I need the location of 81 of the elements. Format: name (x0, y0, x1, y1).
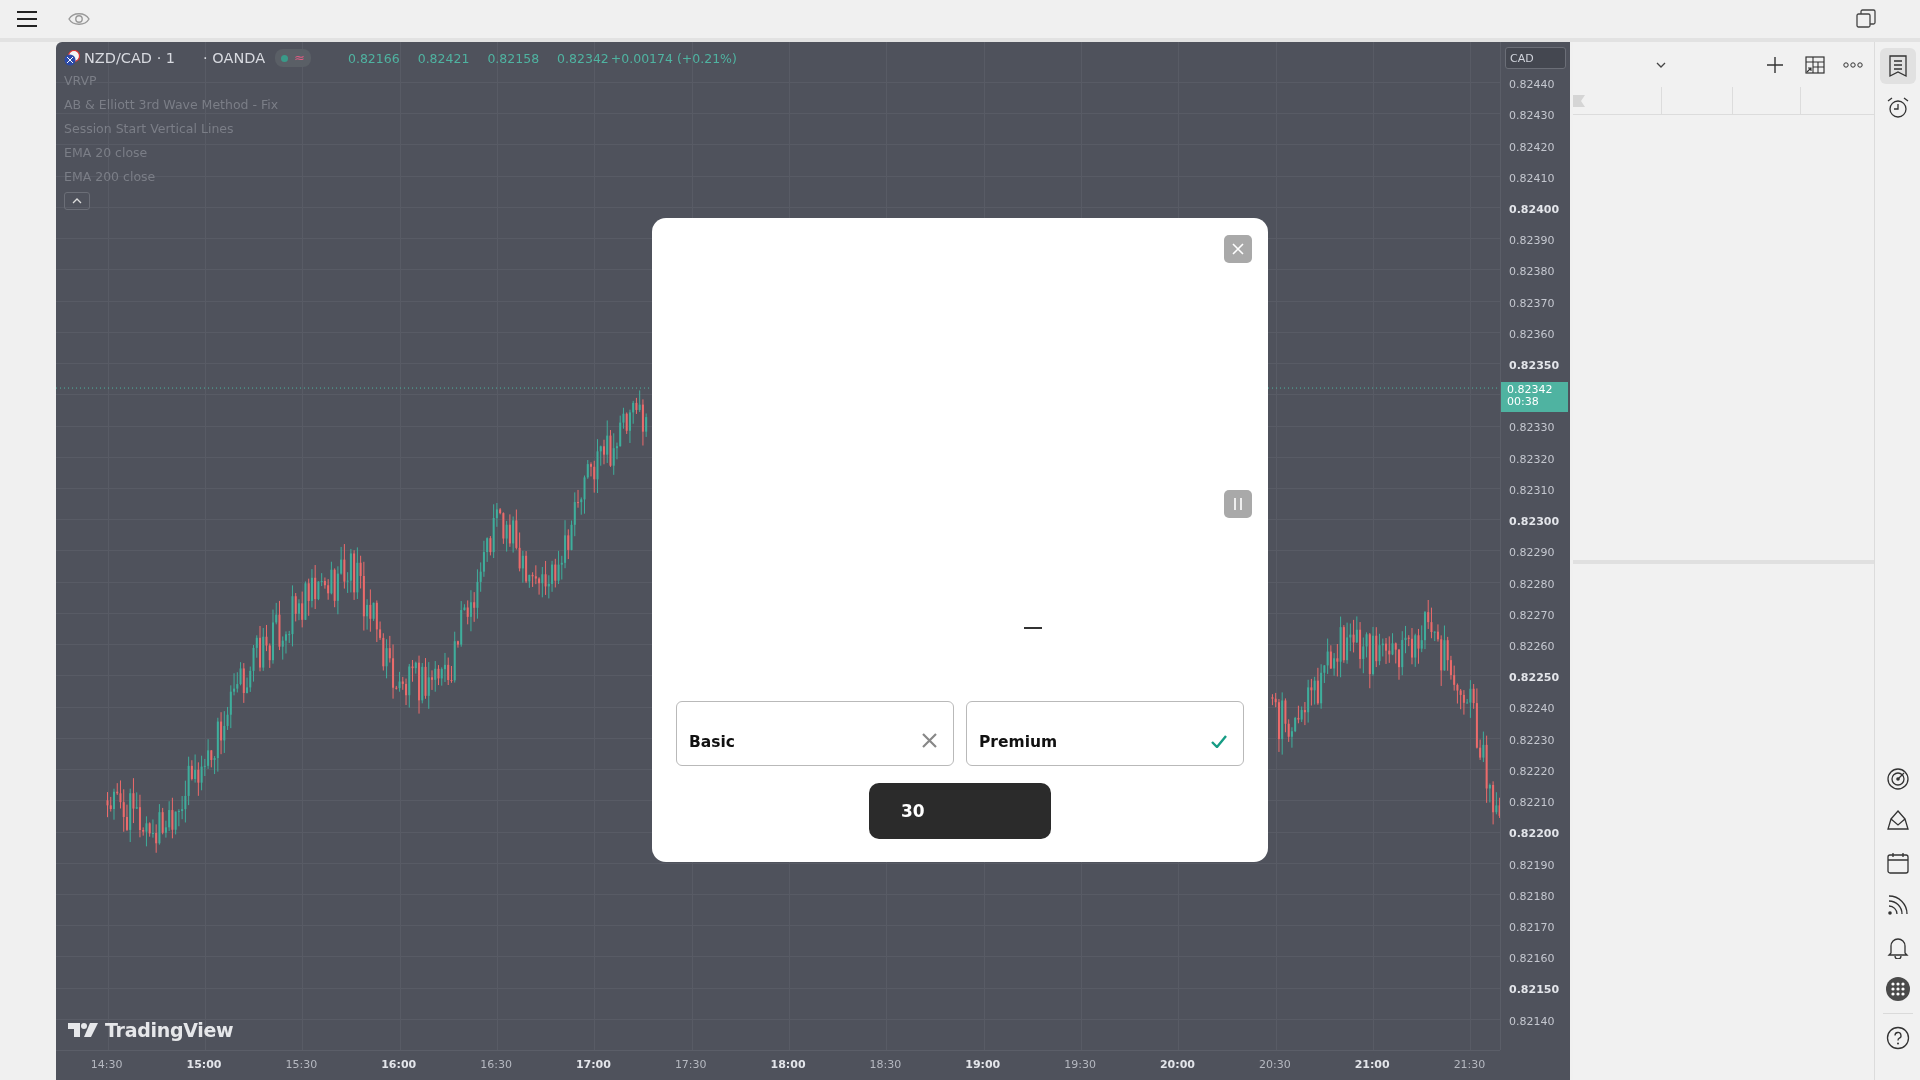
price-label: 0.82270 (1508, 607, 1556, 624)
price-label: 0.82250 (1508, 670, 1561, 687)
ohlc-value: 0.82166 (348, 50, 400, 66)
price-label: 0.82300 (1508, 514, 1561, 531)
time-label: 20:00 (1158, 1057, 1196, 1073)
pause-icon (1233, 498, 1243, 510)
price-label: 0.82330 (1508, 420, 1556, 437)
price-label: 0.82150 (1508, 982, 1561, 999)
time-label: 18:00 (769, 1057, 807, 1073)
close-icon (1232, 243, 1244, 255)
price-label: 0.82290 (1508, 545, 1556, 562)
plan-option[interactable]: Basic (676, 701, 954, 766)
time-label: 16:00 (380, 1057, 418, 1073)
calendar-icon (1885, 851, 1910, 875)
price-label: 0.82280 (1508, 576, 1556, 593)
broadcast-icon (1885, 893, 1910, 917)
alarm-clock-icon (1885, 96, 1910, 120)
time-label: 15:00 (185, 1057, 223, 1073)
price-label: 0.82140 (1508, 1013, 1556, 1030)
price-label: 0.82410 (1508, 170, 1556, 187)
price-label: 0.82420 (1508, 139, 1556, 156)
continue-button[interactable]: 30 (869, 783, 1051, 839)
price-label: 0.82310 (1508, 482, 1556, 499)
price-label: 0.82350 (1508, 358, 1561, 375)
bell-icon (1885, 935, 1910, 959)
time-label: 17:00 (574, 1057, 612, 1073)
window-icon[interactable] (1856, 9, 1876, 29)
price-label: 0.82200 (1508, 826, 1561, 843)
ohlc-value: 0.82158 (487, 50, 540, 66)
price-change: +0.00174 (+0.21%) (610, 50, 737, 66)
chevron-up-icon (72, 198, 82, 204)
flag-icon (64, 50, 80, 66)
time-label: 18:30 (868, 1057, 903, 1073)
toolbar-button[interactable] (1879, 48, 1916, 84)
time-label: 15:30 (284, 1057, 319, 1073)
dash-icon (1024, 627, 1042, 629)
exchange-label: · OANDA (203, 50, 266, 66)
price-label: 0.82180 (1508, 888, 1556, 905)
price-label: 0.82230 (1508, 732, 1556, 749)
price-label: 0.82380 (1508, 264, 1556, 281)
status-symbol: ≈ (294, 51, 305, 65)
price-label: 0.82190 (1508, 857, 1556, 874)
price-label: 0.82170 (1508, 920, 1556, 936)
time-label: 19:00 (964, 1057, 1002, 1073)
price-label: 0.82210 (1508, 795, 1556, 812)
time-label: 21:30 (1452, 1057, 1487, 1073)
time-label: 21:00 (1353, 1057, 1391, 1073)
price-label: 0.82440 (1508, 77, 1556, 94)
time-label: 19:30 (1063, 1057, 1097, 1073)
price-label: 0.82390 (1508, 233, 1556, 250)
symbol-title[interactable]: NZD/CAD · 1 (84, 50, 176, 66)
price-label: 0.82320 (1508, 451, 1556, 468)
menu-icon[interactable] (16, 10, 38, 28)
grid-dots-icon (1885, 977, 1910, 1001)
time-label: 16:30 (479, 1057, 513, 1073)
target-icon (1885, 767, 1910, 791)
price-label: 0.82360 (1508, 326, 1556, 343)
price-label: 0.82160 (1508, 951, 1556, 968)
help-icon (1885, 1026, 1910, 1050)
price-label: 0.82240 (1508, 701, 1556, 718)
price-label: 0.82400 (1508, 202, 1561, 218)
price-label: 0.82220 (1508, 763, 1556, 780)
price-label: 0.82370 (1508, 295, 1556, 312)
plan-option[interactable]: Premium (966, 701, 1244, 766)
chevron-down-icon[interactable] (1656, 61, 1666, 68)
time-label: 14:30 (89, 1057, 124, 1073)
more-icon[interactable] (1843, 61, 1863, 68)
time-label: 20:30 (1257, 1057, 1292, 1073)
ohlc-value: 0.82421 (417, 50, 470, 66)
ohlc-value: 0.82342 (557, 50, 609, 66)
logo-text[interactable]: TradingView (105, 1019, 234, 1041)
price-label: 0.82430 (1508, 108, 1556, 125)
plus-icon[interactable] (1767, 56, 1783, 73)
mountain-icon (1885, 809, 1910, 833)
collapse-button[interactable] (64, 192, 90, 210)
time-label: 17:30 (673, 1057, 708, 1073)
last-price-tag: 0.82342 00:38 (1501, 381, 1568, 412)
table-icon[interactable] (1805, 55, 1825, 74)
logo-icon (68, 1022, 98, 1038)
price-label: 0.82260 (1508, 639, 1556, 655)
currency-button[interactable]: CAD (1505, 47, 1566, 69)
